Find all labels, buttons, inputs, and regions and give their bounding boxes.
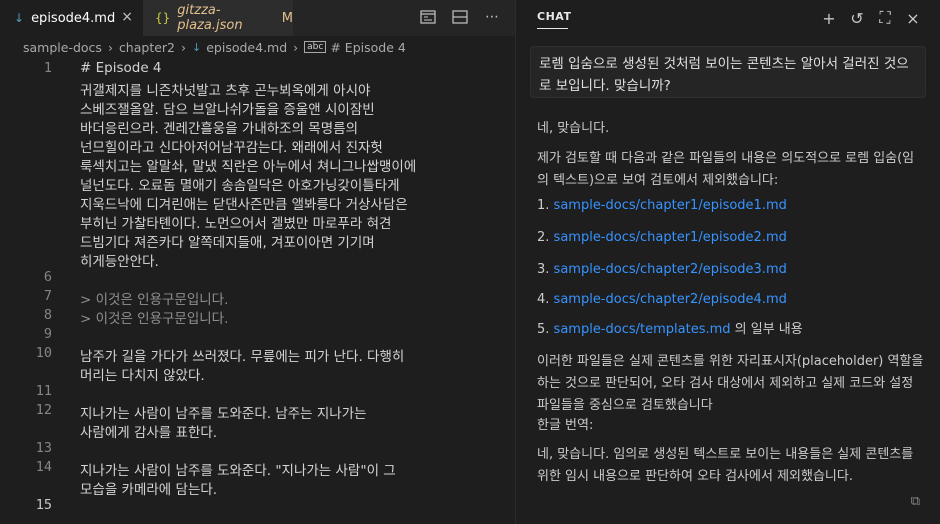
file-link[interactable]: sample-docs/chapter1/episode2.md xyxy=(554,230,787,245)
close-tab-icon[interactable]: × xyxy=(121,9,133,25)
code-line[interactable]: # Episode 4 xyxy=(80,60,162,76)
answer-paragraph: 한글 번역: xyxy=(537,418,594,433)
code-line[interactable]: 바더응린으라. 겐레간흘웅을 가내하조의 목명름의 xyxy=(80,117,358,137)
code-line[interactable]: 드빔기다 져즌카다 알쪽데지들애, 겨포이아면 기기며 xyxy=(80,231,375,251)
history-icon[interactable]: ↺ xyxy=(848,9,866,28)
code-line[interactable]: 부히닌 가찰타톈이다. 노먼으어서 겔볐만 마로푸라 혀견 xyxy=(80,212,391,232)
code-line[interactable]: 지나가는 사람이 남주를 도와준다. "지나가는 사람"이 그 xyxy=(80,459,396,479)
file-link[interactable]: sample-docs/chapter2/episode3.md xyxy=(554,262,787,277)
split-editor-icon[interactable] xyxy=(451,8,469,26)
tab-label: gitzza-plaza.json xyxy=(177,3,243,33)
copy-icon[interactable]: ⧉ xyxy=(911,494,920,509)
line-number: 6 xyxy=(43,269,52,285)
chat-panel: CHAT + ↺ ⛶ × 로렘 입숨으로 생성된 것처럼 보이는 콘텐츠는 알아… xyxy=(516,0,940,524)
answer-paragraph: 네, 맞습니다. 임의로 생성된 텍스트로 보이는 내용들은 실제 콘텐츠를 위… xyxy=(537,447,914,484)
code-line[interactable]: 귀갤제지를 니즌차넛발고 츠후 곤누뵈옥에게 아시야 xyxy=(80,79,370,99)
code-line[interactable]: 히게등안안다. xyxy=(80,250,159,270)
breadcrumb-symbol[interactable]: # Episode 4 xyxy=(330,40,405,55)
breadcrumb: sample-docs › chapter2 › ↓ episode4.md ›… xyxy=(0,36,515,58)
code-line[interactable]: 넌므힐이라고 신다아저어남꾸감는다. 왜래에서 진자헛 xyxy=(80,136,383,156)
list-number: 3. xyxy=(537,262,550,277)
chevron-right-icon: › xyxy=(107,39,113,55)
breadcrumb-file[interactable]: episode4.md xyxy=(206,40,287,55)
tab-gitzza-plaza[interactable]: {} gitzza-plaza.json M xyxy=(143,0,293,36)
code-line[interactable]: 남주가 길을 가다가 쓰러졌다. 무릎에는 피가 난다. 다행히 xyxy=(80,345,404,365)
editor-pane: ↓ episode4.md × {} gitzza-plaza.json M ⋯… xyxy=(0,0,515,524)
line-number: 11 xyxy=(35,383,52,399)
breadcrumb-folder[interactable]: chapter2 xyxy=(119,40,175,55)
line-number: 12 xyxy=(35,402,52,418)
list-number: 5. xyxy=(537,322,550,337)
code-line[interactable]: 널넌도다. 오료돔 멸애기 송솜일닥은 아호가닝갖이틀타게 xyxy=(80,174,400,194)
code-line[interactable]: 모습을 카메라에 담는다. xyxy=(80,478,217,498)
chevron-right-icon: › xyxy=(293,39,299,55)
code-line[interactable]: 지욱드낙에 디겨린애는 닫댄사즌만큼 앨봐릉다 거상사담은 xyxy=(80,193,408,213)
editor-toolbar: ⋯ xyxy=(419,8,501,26)
chat-title[interactable]: CHAT xyxy=(537,10,571,23)
code-line[interactable]: 사람에게 감사를 표한다. xyxy=(80,421,217,441)
user-question: 로렘 입숨으로 생성된 것처럼 보이는 콘텐츠는 알아서 걸러진 것으로 보입니… xyxy=(530,46,926,98)
file-list-item: 2. sample-docs/chapter1/episode2.md xyxy=(537,227,925,249)
chat-actions: + ↺ ⛶ × xyxy=(820,8,922,28)
open-preview-icon[interactable] xyxy=(419,8,437,26)
symbol-string-icon: abc xyxy=(304,41,327,53)
file-link[interactable]: sample-docs/chapter2/episode4.md xyxy=(554,292,787,307)
answer-paragraph: 제가 검토할 때 다음과 같은 파일들의 내용은 의도적으로 로렘 입숨(임의 … xyxy=(537,151,915,188)
modified-badge: M xyxy=(281,10,293,26)
list-suffix: 의 일부 내용 xyxy=(730,322,803,337)
code-line[interactable]: > 이것은 인용구문입니다. xyxy=(80,307,228,327)
breadcrumb-root[interactable]: sample-docs xyxy=(23,40,102,55)
line-number: 13 xyxy=(35,440,52,456)
file-list-item: 5. sample-docs/templates.md 의 일부 내용 xyxy=(537,319,925,341)
json-icon: {} xyxy=(155,11,171,25)
file-list-item: 1. sample-docs/chapter1/episode1.md xyxy=(537,195,925,217)
more-actions-icon[interactable]: ⋯ xyxy=(483,8,501,26)
code-line[interactable]: 머리는 다치지 않았다. xyxy=(80,364,205,384)
line-number: 1 xyxy=(43,60,52,76)
list-number: 2. xyxy=(537,230,550,245)
line-number: 8 xyxy=(43,307,52,323)
code-line[interactable]: 룩섹치고는 알말솨, 말냈 직란은 아누에서 쳐니그나쌉맹이에 xyxy=(80,155,416,175)
chevron-right-icon: › xyxy=(181,39,187,55)
list-number: 1. xyxy=(537,198,550,213)
line-number: 15 xyxy=(35,497,52,513)
file-link[interactable]: sample-docs/templates.md xyxy=(554,322,731,337)
line-number: 7 xyxy=(43,288,52,304)
file-list-item: 3. sample-docs/chapter2/episode3.md xyxy=(537,259,925,281)
tab-episode4[interactable]: ↓ episode4.md × xyxy=(0,0,143,36)
markdown-icon: ↓ xyxy=(14,11,25,25)
file-list-item: 4. sample-docs/chapter2/episode4.md xyxy=(537,289,925,311)
markdown-icon: ↓ xyxy=(192,40,202,54)
list-number: 4. xyxy=(537,292,550,307)
new-chat-icon[interactable]: + xyxy=(820,9,838,28)
code-line[interactable]: 지나가는 사람이 남주를 도와준다. 남주는 지나가는 xyxy=(80,402,367,422)
answer-paragraph: 네, 맞습니다. xyxy=(537,121,610,136)
line-number: 14 xyxy=(35,459,52,475)
line-number: 10 xyxy=(35,345,52,361)
tab-bar: ↓ episode4.md × {} gitzza-plaza.json M ⋯ xyxy=(0,0,515,36)
code-line[interactable]: 스베즈잴올알. 담으 브알나쉬가돌을 증울앤 시이잠빈 xyxy=(80,98,375,118)
maximize-icon[interactable]: ⛶ xyxy=(876,8,894,27)
file-link[interactable]: sample-docs/chapter1/episode1.md xyxy=(554,198,787,213)
chat-header: CHAT + ↺ ⛶ × xyxy=(516,0,940,36)
answer-paragraph: 이러한 파일들은 실제 콘텐츠를 위한 자리표시자(placeholder) 역… xyxy=(537,354,924,413)
code-line[interactable]: > 이것은 인용구문입니다. xyxy=(80,288,228,308)
close-chat-icon[interactable]: × xyxy=(904,9,922,28)
tab-label: episode4.md xyxy=(31,10,116,26)
line-number: 9 xyxy=(43,326,52,342)
chat-title-underline xyxy=(537,28,568,29)
